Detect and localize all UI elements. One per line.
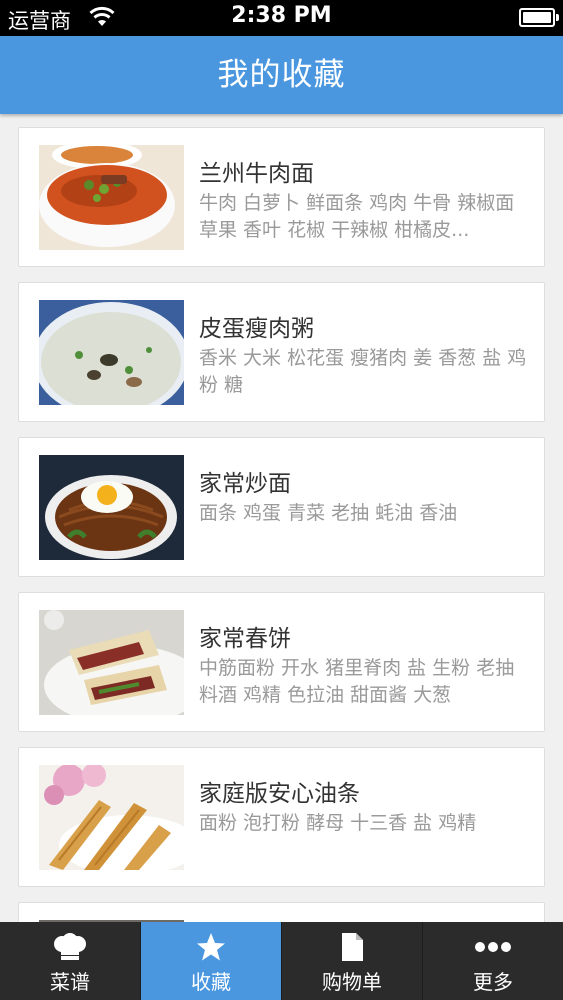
recipe-ingredients: 牛肉 白萝卜 鲜面条 鸡肉 牛骨 辣椒面 草果 香叶 花椒 干辣椒 柑橘皮...	[199, 192, 515, 241]
recipe-card[interactable]: 家常春饼 中筋面粉 开水 猪里脊肉 盐 生粉 老抽 料酒 鸡精 色拉油 甜面酱 …	[18, 592, 545, 732]
tab-recipes[interactable]: 菜谱	[0, 922, 141, 1000]
tab-favorites[interactable]: 收藏	[141, 922, 282, 1000]
status-time: 2:38 PM	[231, 3, 332, 28]
page-title: 我的收藏	[217, 57, 346, 93]
recipe-title: 家常炒面	[199, 471, 291, 497]
more-dots-icon	[475, 942, 511, 952]
recipe-card[interactable]: 家常炒面 面条 鸡蛋 青菜 老抽 蚝油 香油	[18, 437, 545, 577]
status-bar: 运营商 2:38 PM	[0, 0, 563, 36]
chef-hat-icon	[54, 933, 86, 960]
tab-label: 更多	[473, 970, 513, 994]
recipe-card[interactable]: 兰州牛肉面 牛肉 白萝卜 鲜面条 鸡肉 牛骨 辣椒面 草果 香叶 花椒 干辣椒 …	[18, 127, 545, 267]
recipe-ingredients: 中筋面粉 开水 猪里脊肉 盐 生粉 老抽 料酒 鸡精 色拉油 甜面酱 大葱	[199, 657, 515, 706]
recipe-thumbnail	[39, 455, 184, 560]
recipe-ingredients: 面粉 泡打粉 酵母 十三香 盐 鸡精	[199, 812, 477, 834]
tab-more[interactable]: 更多	[423, 922, 563, 1000]
recipe-thumbnail	[39, 765, 184, 870]
battery-icon	[519, 8, 559, 27]
star-icon	[197, 933, 225, 961]
recipe-card[interactable]: 家庭版安心油条 面粉 泡打粉 酵母 十三香 盐 鸡精	[18, 747, 545, 887]
recipe-thumbnail	[39, 300, 184, 405]
tab-label: 收藏	[191, 970, 231, 994]
recipe-title: 家常春饼	[199, 626, 291, 652]
recipe-ingredients: 面条 鸡蛋 青菜 老抽 蚝油 香油	[199, 502, 458, 524]
recipe-title: 家庭版安心油条	[199, 781, 360, 807]
recipe-card[interactable]	[18, 902, 545, 922]
tab-bar: 菜谱 收藏 购物单 更多	[0, 922, 563, 1000]
document-icon	[342, 933, 363, 961]
recipe-ingredients: 香米 大米 松花蛋 瘦猪肉 姜 香葱 盐 鸡粉 糖	[199, 347, 527, 396]
recipe-card[interactable]: 皮蛋瘦肉粥 香米 大米 松花蛋 瘦猪肉 姜 香葱 盐 鸡粉 糖	[18, 282, 545, 422]
recipe-thumbnail	[39, 610, 184, 715]
recipe-title: 兰州牛肉面	[199, 161, 314, 187]
tab-label: 菜谱	[50, 970, 90, 994]
recipe-title: 皮蛋瘦肉粥	[199, 316, 314, 342]
tab-shopping-list[interactable]: 购物单	[282, 922, 423, 1000]
navigation-bar: 我的收藏	[0, 36, 563, 114]
recipe-thumbnail	[39, 145, 184, 250]
favorites-list[interactable]: 兰州牛肉面 牛肉 白萝卜 鲜面条 鸡肉 牛骨 辣椒面 草果 香叶 花椒 干辣椒 …	[0, 114, 563, 922]
tab-label: 购物单	[322, 970, 382, 994]
